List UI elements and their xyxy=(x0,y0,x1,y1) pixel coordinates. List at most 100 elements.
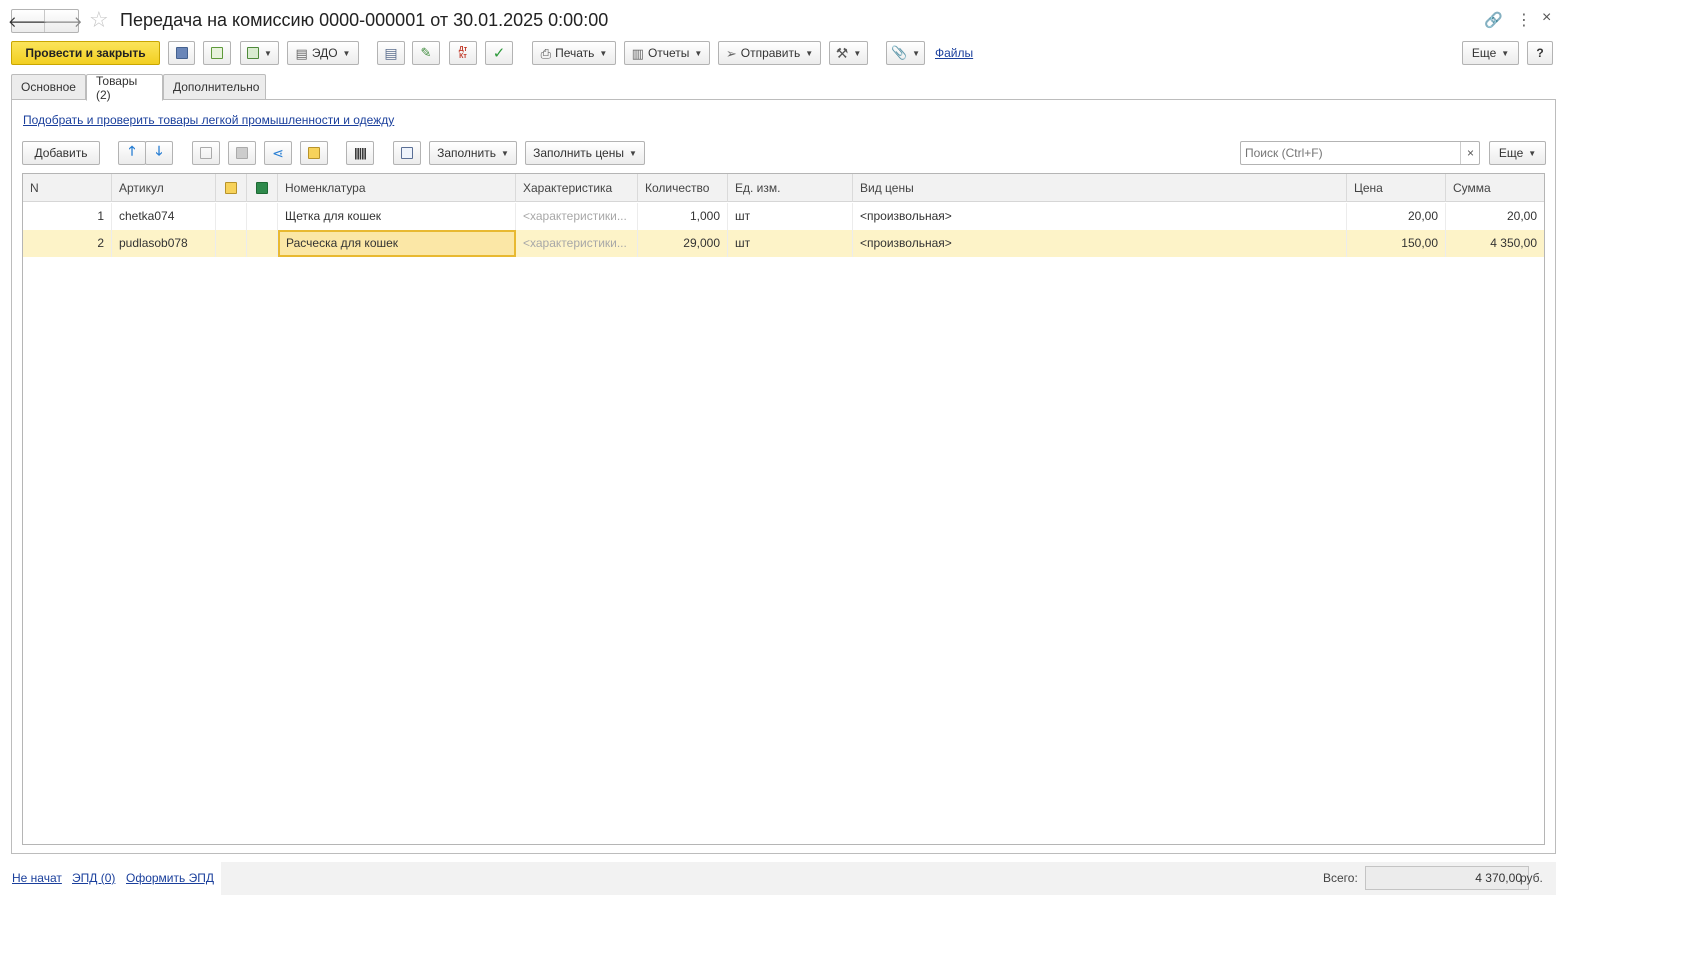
send-icon: ➢ xyxy=(725,45,737,61)
paste-row-button[interactable] xyxy=(228,141,256,165)
cell-price-type: <произвольная> xyxy=(853,230,1347,257)
kebab-menu-icon[interactable]: ⋮ xyxy=(1516,10,1532,30)
chevron-down-icon: ▼ xyxy=(1528,148,1537,158)
chevron-down-icon: ▼ xyxy=(342,48,351,58)
calendar-check-icon xyxy=(401,147,413,159)
print-label: Печать xyxy=(555,46,595,60)
dtkt-icon: Дт Кт xyxy=(458,46,468,60)
dtkt-button[interactable]: Дт Кт xyxy=(449,41,477,65)
tab-main[interactable]: Основное xyxy=(11,74,86,100)
move-up-button[interactable]: 🡑 xyxy=(118,141,146,165)
journal-button[interactable]: ▤ xyxy=(377,41,405,65)
chevron-down-icon: ▼ xyxy=(912,48,921,58)
fill-prices-button[interactable]: Заполнить цены ▼ xyxy=(525,141,645,165)
col-price-type[interactable]: Вид цены xyxy=(853,174,1347,202)
attachments-button[interactable]: 📎 ▼ xyxy=(886,41,925,65)
print-button[interactable]: ⎙ Печать ▼ xyxy=(532,41,616,65)
paste-icon xyxy=(236,147,248,159)
cell-quantity: 1,000 xyxy=(638,203,728,230)
goods-more-button[interactable]: Еще ▼ xyxy=(1489,141,1546,165)
table-row[interactable]: 1 chetka074 Щетка для кошек <характерист… xyxy=(23,203,1544,230)
cell-price-type: <произвольная> xyxy=(853,203,1347,230)
col-quantity[interactable]: Количество xyxy=(638,174,728,202)
goods-toolbar: Добавить 🡑 🡓 ⋖ ||||| Заполнить ▼ Заполнит… xyxy=(12,141,1555,165)
add-row-button[interactable]: Добавить xyxy=(22,141,100,165)
cell-n: 1 xyxy=(23,203,112,230)
copy-row-button[interactable] xyxy=(192,141,220,165)
col-sum[interactable]: Сумма xyxy=(1446,174,1544,202)
page-title: Передача на комиссию 0000-000001 от 30.0… xyxy=(120,10,609,30)
chevron-down-icon: ▼ xyxy=(1501,48,1510,58)
main-toolbar: Провести и закрыть ▼ ▤ ЭДО ▼ ▤ ✎ Дт Кт ✓ ⎙… xyxy=(0,41,1568,65)
cell-quantity: 29,000 xyxy=(638,230,728,257)
tab-additional[interactable]: Дополнительно xyxy=(163,74,266,100)
goods-more-label: Еще xyxy=(1498,146,1524,160)
post-button[interactable] xyxy=(203,41,231,65)
edit-movements-button[interactable]: ✎ xyxy=(412,41,440,65)
cell-unit: шт xyxy=(728,230,853,257)
journal-icon: ▤ xyxy=(384,44,398,61)
pick-goods-link[interactable]: Подобрать и проверить товары легкой пром… xyxy=(23,113,394,127)
cell-sum: 4 350,00 xyxy=(1490,236,1537,250)
table-row-selected[interactable]: 2 pudlasob078 Расческа для кошек <характ… xyxy=(23,230,1544,257)
search-clear-button[interactable]: × xyxy=(1460,142,1480,164)
tab-main-label: Основное xyxy=(21,80,76,94)
cell-characteristic: <характеристики... xyxy=(516,230,638,257)
favorite-star-icon[interactable]: ☆ xyxy=(89,9,109,31)
table-header: N Артикул Номенклатура Характеристика Ко… xyxy=(23,174,1544,202)
search-input[interactable] xyxy=(1241,142,1459,164)
post-document-icon xyxy=(211,47,223,59)
col-excise[interactable] xyxy=(247,174,278,202)
add-row-label: Добавить xyxy=(34,146,88,160)
floppy-disk-icon xyxy=(175,47,188,59)
col-item[interactable]: Номенклатура xyxy=(278,174,516,202)
cell-marked xyxy=(216,230,247,257)
check-marking-button[interactable] xyxy=(393,141,421,165)
cell-article: chetka074 xyxy=(112,203,216,230)
create-based-on-button[interactable]: ▼ xyxy=(240,41,279,65)
tab-goods[interactable]: Товары (2) xyxy=(86,74,163,102)
make-epd-link[interactable]: Оформить ЭПД xyxy=(126,871,214,885)
col-characteristic[interactable]: Характеристика xyxy=(516,174,638,202)
col-n[interactable]: N xyxy=(23,174,112,202)
cell-excise xyxy=(247,203,278,230)
help-label: ? xyxy=(1536,46,1544,60)
post-and-close-button[interactable]: Провести и закрыть xyxy=(11,41,160,65)
nav-buttons: 🡐 🡒 xyxy=(8,9,83,33)
link-icon[interactable]: 🔗 xyxy=(1484,11,1503,29)
reports-button[interactable]: ▥ Отчеты ▼ xyxy=(624,41,710,65)
col-marked[interactable] xyxy=(216,174,247,202)
back-button[interactable]: 🡐 xyxy=(8,10,48,32)
col-price[interactable]: Цена xyxy=(1347,174,1446,202)
help-button[interactable]: ? xyxy=(1527,41,1553,65)
edo-button[interactable]: ▤ ЭДО ▼ xyxy=(287,41,359,65)
epd-link[interactable]: ЭПД (0) xyxy=(72,871,115,885)
cell-item: Щетка для кошек xyxy=(278,203,516,230)
save-button[interactable] xyxy=(168,41,195,65)
files-link[interactable]: Файлы xyxy=(935,46,973,60)
total-field: 4 370,00 xyxy=(1365,866,1529,890)
chevron-down-icon: ▼ xyxy=(853,48,862,58)
paperclip-icon: 📎 xyxy=(890,45,908,60)
currency-label: руб. xyxy=(1520,871,1543,885)
cell-item-focused[interactable]: Расческа для кошек xyxy=(278,230,516,257)
forward-button[interactable]: 🡒 xyxy=(42,10,82,32)
move-down-button[interactable]: 🡓 xyxy=(145,141,173,165)
edo-label: ЭДО xyxy=(311,46,338,60)
close-icon[interactable]: × xyxy=(1542,9,1551,27)
col-unit[interactable]: Ед. изм. xyxy=(728,174,853,202)
fill-button[interactable]: Заполнить ▼ xyxy=(429,141,517,165)
status-link[interactable]: Не начат xyxy=(12,871,62,885)
more-button[interactable]: Еще ▼ xyxy=(1462,41,1519,65)
send-button[interactable]: ➢ Отправить ▼ xyxy=(718,41,821,65)
tools-button[interactable]: ⚒ ▼ xyxy=(829,41,868,65)
barcode-button[interactable]: ||||| xyxy=(346,141,374,165)
cell-article: pudlasob078 xyxy=(112,230,216,257)
cell-sum: 20,00 xyxy=(1506,209,1537,223)
selection-button[interactable] xyxy=(300,141,328,165)
arrow-right-icon: 🡒 xyxy=(42,13,83,31)
check-button[interactable]: ✓ xyxy=(485,41,513,65)
col-article[interactable]: Артикул xyxy=(112,174,216,202)
split-row-button[interactable]: ⋖ xyxy=(264,141,292,165)
cell-characteristic: <характеристики... xyxy=(516,203,638,230)
